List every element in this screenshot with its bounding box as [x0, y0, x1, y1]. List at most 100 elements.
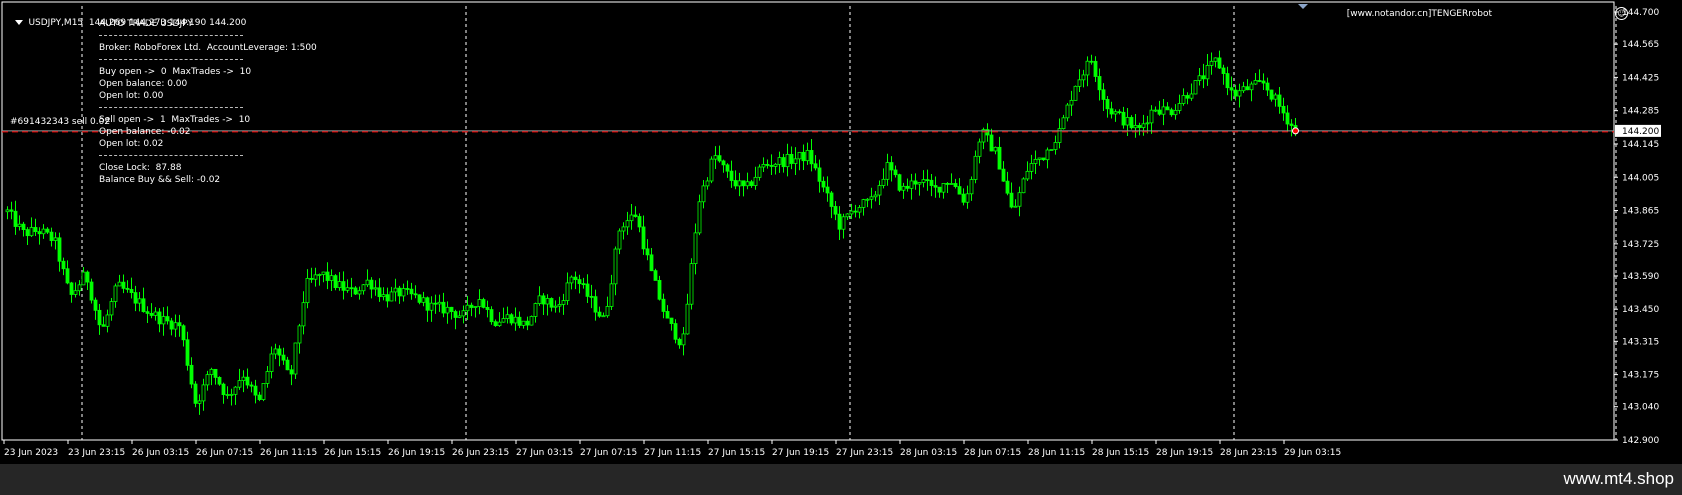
candle-body [813, 163, 818, 169]
order-label[interactable]: #691432343 sell 0.02 [10, 116, 110, 128]
candle-body [525, 320, 530, 326]
candle-body [193, 383, 198, 404]
candle-body [1009, 192, 1014, 208]
candle-body [697, 201, 702, 234]
candle-body [533, 303, 538, 317]
candle-body [649, 254, 654, 272]
candle-body [573, 276, 578, 280]
candle-body [353, 287, 358, 295]
candle-body [1005, 180, 1010, 194]
candle-body [593, 296, 598, 313]
candle-body [5, 209, 10, 213]
candle-body [1165, 106, 1170, 111]
candle-body [549, 298, 554, 308]
candle-body [725, 164, 730, 172]
x-tick-label: 27 Jun 15:15 [708, 448, 765, 458]
candle-body [249, 384, 254, 387]
y-tick-label: 144.285 [1622, 107, 1659, 117]
candle-body [157, 311, 162, 325]
x-tick-label: 27 Jun 23:15 [836, 448, 893, 458]
candle-body [349, 287, 354, 290]
candle-body [817, 167, 822, 182]
candle-body [1029, 163, 1034, 172]
candle-body [405, 288, 410, 290]
dropdown-triangle-icon[interactable] [15, 20, 24, 25]
candle-body [189, 364, 194, 385]
candle-body [477, 299, 482, 307]
candle-body [729, 170, 734, 181]
candle-body [233, 386, 238, 395]
candle-body [689, 263, 694, 305]
candle-body [337, 281, 342, 288]
candle-body [733, 180, 738, 187]
candle-body [781, 157, 786, 168]
candle-body [797, 151, 802, 160]
x-tick-label: 28 Jun 15:15 [1092, 448, 1149, 458]
x-tick-label: 26 Jun 03:15 [132, 448, 189, 458]
candle-body [277, 348, 282, 356]
candle-body [85, 271, 90, 283]
current-price-label: 144.200 [1622, 127, 1659, 137]
x-tick-label: 27 Jun 19:15 [772, 448, 829, 458]
candle-body [801, 151, 806, 162]
candle-body [273, 348, 278, 355]
candle-body [857, 207, 862, 213]
candle-body [221, 383, 226, 396]
chart-window[interactable]: 144.700 144.565 144.425 144.285 144.145 144.0… [0, 0, 1682, 464]
x-tick-label: 26 Jun 15:15 [324, 448, 381, 458]
candle-body [453, 311, 458, 318]
candle-body [253, 385, 258, 396]
candle-body [957, 186, 962, 195]
candle-body [617, 230, 622, 250]
candle-body [1177, 103, 1182, 111]
candle-body [1197, 75, 1202, 81]
candle-body [693, 232, 698, 264]
candle-body [309, 278, 314, 280]
candle-body [849, 210, 854, 215]
candle-body [1265, 82, 1270, 91]
candle-body [1221, 67, 1226, 74]
footer-bar: www.mt4.shop [0, 464, 1682, 495]
copyright-label: [www.notandor.cn]TENGERrobot [1346, 9, 1492, 19]
candle-body [909, 180, 914, 189]
candle-body [621, 226, 626, 232]
x-tick-label: 27 Jun 07:15 [580, 448, 637, 458]
candle-body [1201, 75, 1206, 80]
candle-body [949, 183, 954, 185]
candle-body [1213, 57, 1218, 62]
candle-body [357, 290, 362, 295]
candle-body [821, 180, 826, 188]
candle-body [1285, 112, 1290, 125]
candle-body [1117, 111, 1122, 114]
candle-body [877, 185, 882, 196]
candle-body [1189, 93, 1194, 99]
candle-body [885, 162, 890, 180]
candle-body [1129, 117, 1134, 129]
candle-body [1013, 205, 1018, 208]
candle-body [393, 287, 398, 293]
x-tick-label: 23 Jun 23:15 [68, 448, 125, 458]
candle-body [701, 185, 706, 203]
candle-body [1061, 117, 1066, 130]
candle-body [29, 227, 34, 237]
candle-body [449, 306, 454, 312]
candle-body [129, 289, 134, 293]
candle-body [489, 309, 494, 323]
candle-body [161, 316, 166, 325]
x-tick-label: 28 Jun 07:15 [964, 448, 1021, 458]
candle-body [265, 371, 270, 384]
candle-body [173, 322, 178, 330]
candle-body [325, 271, 330, 281]
candle-body [145, 311, 150, 314]
candle-body [773, 163, 778, 167]
candle-body [257, 394, 262, 400]
candle-body [217, 377, 222, 385]
candle-body [381, 294, 386, 298]
candle-body [513, 316, 518, 324]
candle-body [1269, 89, 1274, 100]
y-tick-label: 143.040 [1622, 403, 1659, 413]
candle-body [241, 376, 246, 382]
x-tick-label: 26 Jun 23:15 [452, 448, 509, 458]
candle-body [105, 314, 110, 327]
candle-body [441, 301, 446, 314]
